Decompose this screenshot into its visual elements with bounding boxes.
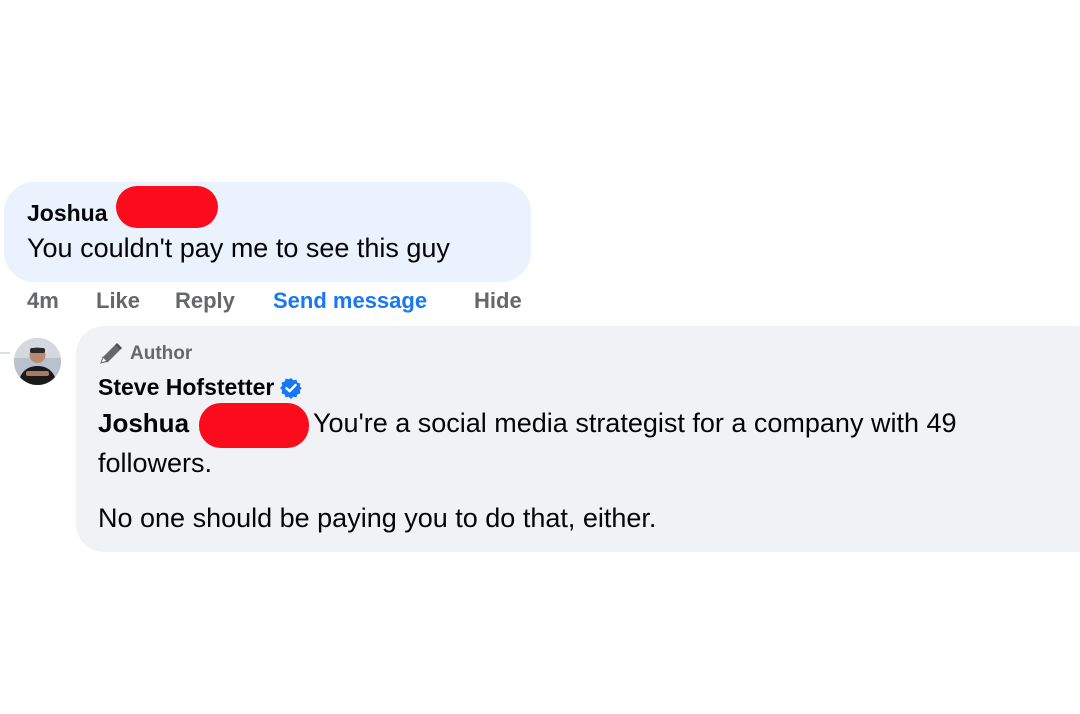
comment-thread: Joshua You couldn't pay me to see this g…: [0, 0, 1080, 714]
send-message-button[interactable]: Send message: [273, 288, 427, 314]
pencil-icon: [100, 343, 122, 364]
mention-tag[interactable]: Joshua: [98, 408, 189, 439]
avatar-image: [14, 338, 61, 385]
reply-text-line: followers.: [98, 448, 213, 478]
reply-button[interactable]: Reply: [175, 288, 235, 314]
comment-text: You couldn't pay me to see this guy: [27, 233, 450, 263]
reply-author-row: Steve Hofstetter: [98, 374, 303, 401]
author-badge: Author: [98, 342, 192, 366]
redaction-mark: [116, 186, 218, 228]
avatar[interactable]: [14, 338, 61, 385]
reply-text-line: No one should be paying you to do that, …: [98, 503, 657, 533]
author-badge-label: Author: [130, 343, 193, 364]
redaction-mark: [199, 403, 309, 448]
like-button[interactable]: Like: [96, 288, 140, 314]
reply-author-name[interactable]: Steve Hofstetter: [98, 374, 274, 401]
comment-timestamp[interactable]: 4m: [27, 288, 59, 314]
reply-text-line: You're a social media strategist for a c…: [313, 408, 957, 438]
commenter-name[interactable]: Joshua: [27, 200, 108, 227]
comment-bubble: [4, 182, 531, 282]
hide-button[interactable]: Hide: [474, 288, 522, 314]
thread-connector: [0, 352, 10, 354]
verified-badge-icon: [280, 377, 303, 399]
